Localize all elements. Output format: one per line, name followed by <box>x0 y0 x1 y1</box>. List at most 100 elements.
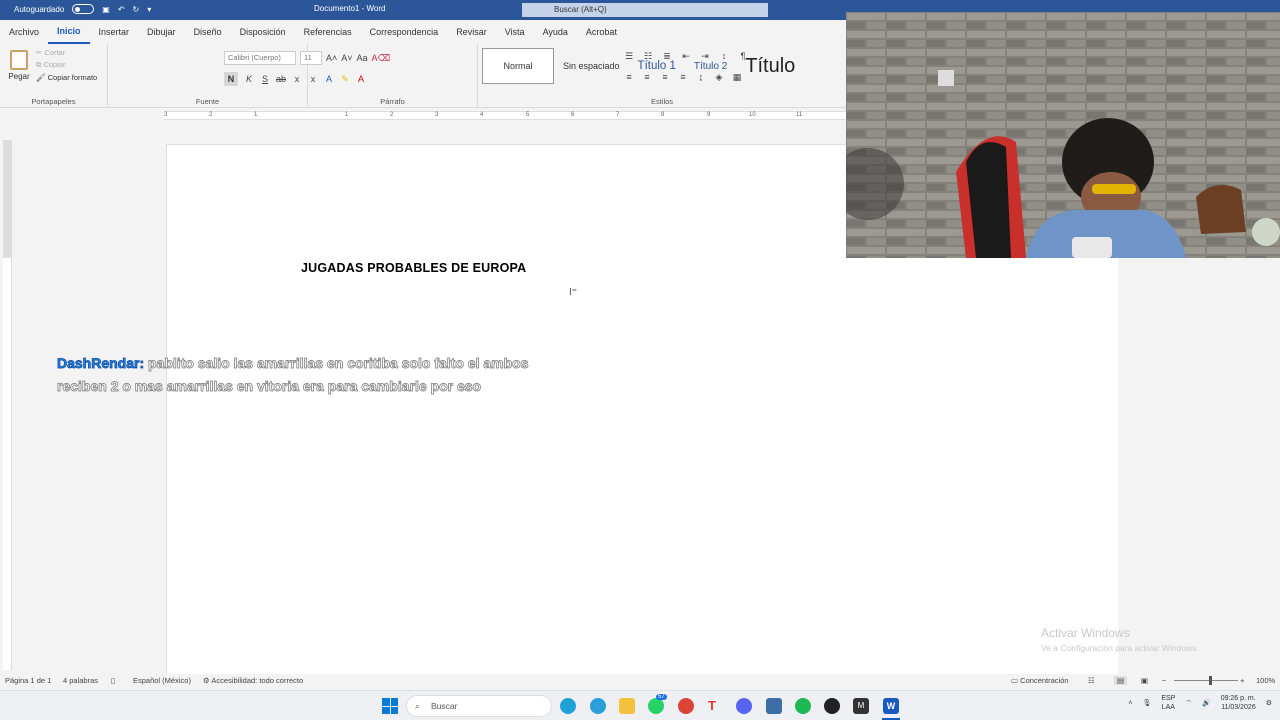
ruler-number: 4 <box>480 112 484 118</box>
ruler-number: 1 <box>345 112 349 118</box>
autosave-toggle[interactable] <box>72 4 95 14</box>
paste-button[interactable]: Pegar <box>6 50 32 81</box>
tab-inicio[interactable]: Inicio <box>48 20 90 44</box>
zoom-level[interactable]: 100% <box>1256 676 1275 685</box>
ruler-strip: 3 2 1 1 2 3 4 5 6 7 8 9 10 11 <box>164 111 846 120</box>
network-icon[interactable]: ⌔ <box>1185 699 1192 708</box>
system-tray: ˄ 🎙 ESP LAA ⌔ 🔊 09:26 p. m. 11/03/2026 ⚙ <box>1128 694 1272 712</box>
ruler-number: 10 <box>749 112 756 118</box>
zoom-slider[interactable] <box>1174 680 1238 681</box>
tab-correspondencia[interactable]: Correspondencia <box>361 20 448 44</box>
accessibility-label: Accesibilidad: todo correcto <box>211 676 304 685</box>
ruler-number: 9 <box>707 112 711 118</box>
tab-revisar[interactable]: Revisar <box>447 20 496 44</box>
accessibility-status[interactable]: ⚙ Accesibilidad: todo correcto <box>203 676 303 685</box>
word-count[interactable]: 4 palabras <box>63 676 98 685</box>
document-heading[interactable]: JUGADAS PROBABLES DE EUROPA <box>301 261 526 275</box>
italic-button[interactable]: K <box>244 74 254 84</box>
style-sin-espaciado[interactable]: Sin espaciado <box>554 48 629 84</box>
word-icon[interactable]: W <box>883 698 899 714</box>
ruler-number: 6 <box>571 112 575 118</box>
zoom-slider-thumb[interactable] <box>1209 676 1212 685</box>
tab-ayuda[interactable]: Ayuda <box>534 20 577 44</box>
tab-disposicion[interactable]: Disposición <box>231 20 295 44</box>
tab-dibujar[interactable]: Dibujar <box>138 20 185 44</box>
microphone-icon[interactable]: 🎙 <box>1142 699 1151 707</box>
tab-insertar[interactable]: Insertar <box>90 20 139 44</box>
telegram-icon[interactable] <box>590 698 606 714</box>
redo-icon[interactable]: ↻ <box>133 5 140 14</box>
webcam-overlay <box>846 12 1280 258</box>
watermark-subtitle: Ve a Configuración para activar Windows. <box>1041 643 1199 653</box>
styles-group: Normal Sin espaciado Título 1 Título 2 T… <box>478 44 846 108</box>
clipboard-icon <box>10 50 28 70</box>
paragraph-group: ☰ ☷ ≣ ⇤ ⇥ ↕ ¶ ≡ ≡ ≡ ≡ ↨ ◈ ▦ Párrafo <box>308 44 745 108</box>
stream-chat-message: DashRendar: pablito salio las amarrillas… <box>57 352 547 398</box>
clock-date: 11/03/2026 <box>1221 704 1256 711</box>
input-language[interactable]: ESP LAA <box>1161 694 1175 712</box>
taskbar-search-input[interactable]: ⌕ Buscar <box>406 695 552 717</box>
style-normal[interactable]: Normal <box>482 48 554 84</box>
start-button-icon[interactable] <box>382 698 398 714</box>
calculator-icon[interactable] <box>766 698 782 714</box>
text-app-icon[interactable]: T <box>704 698 720 714</box>
ruler-number: 3 <box>435 112 439 118</box>
text-cursor-icon: I⁼ <box>569 287 578 298</box>
strikethrough-button[interactable]: ab <box>276 74 286 84</box>
notifications-icon[interactable]: ⚙ <box>1266 699 1272 707</box>
lang-line-2: LAA <box>1161 704 1175 711</box>
app-m-icon[interactable]: M <box>853 698 869 714</box>
tab-referencias[interactable]: Referencias <box>295 20 361 44</box>
format-painter-button[interactable]: 🖌 Copiar formato <box>36 73 97 82</box>
clock[interactable]: 09:26 p. m. 11/03/2026 <box>1221 694 1256 712</box>
chat-username: DashRendar: <box>57 355 145 372</box>
vertical-ruler[interactable] <box>3 140 12 670</box>
underline-button[interactable]: S <box>260 74 270 84</box>
style-titulo-2[interactable]: Título 2 <box>685 48 736 84</box>
tray-overflow-icon[interactable]: ˄ <box>1128 700 1132 707</box>
search-icon: ⌕ <box>415 701 420 711</box>
tab-diseno[interactable]: Diseño <box>185 20 231 44</box>
font-name-select[interactable]: Calibri (Cuerpo) <box>224 51 296 65</box>
watermark-title: Activar Windows <box>1041 626 1130 640</box>
ruler-number: 3 <box>164 112 168 118</box>
read-mode-icon[interactable]: ☷ <box>1088 676 1095 685</box>
title-search-input[interactable]: Buscar (Alt+Q) <box>522 3 768 17</box>
tab-acrobat[interactable]: Acrobat <box>577 20 626 44</box>
style-titulo-1[interactable]: Título 1 <box>629 48 685 84</box>
bold-button[interactable]: N <box>224 72 238 86</box>
style-titulo-1-label: Título 1 <box>637 60 676 72</box>
copy-label: Copiar <box>43 60 66 69</box>
ruler-number: 2 <box>209 112 213 118</box>
autosave-label: Autoguardado <box>14 4 65 14</box>
web-layout-icon[interactable]: ▣ <box>1141 676 1148 685</box>
zoom-in-icon[interactable]: + <box>1240 676 1244 685</box>
discord-icon[interactable] <box>736 698 752 714</box>
file-explorer-icon[interactable] <box>619 698 635 714</box>
page-count[interactable]: Página 1 de 1 <box>5 676 51 685</box>
tab-archivo[interactable]: Archivo <box>0 20 48 44</box>
save-icon[interactable]: ▣ <box>102 5 110 14</box>
chrome-icon[interactable] <box>678 698 694 714</box>
obs-icon[interactable] <box>824 698 840 714</box>
cut-button[interactable]: ✂ Cortar <box>36 48 97 57</box>
print-layout-icon[interactable]: ▤ <box>1114 676 1128 685</box>
tab-vista[interactable]: Vista <box>496 20 534 44</box>
copy-button[interactable]: ⧉ Copiar <box>36 60 97 70</box>
status-bar: Página 1 de 1 4 palabras ▯ Español (Méxi… <box>0 674 1280 688</box>
language-status[interactable]: Español (México) <box>133 676 191 685</box>
spotify-icon[interactable] <box>795 698 811 714</box>
style-titulo[interactable]: Título <box>736 48 804 84</box>
horizontal-ruler[interactable]: 3 2 1 1 2 3 4 5 6 7 8 9 10 11 <box>0 108 846 122</box>
customize-icon[interactable]: ▾ <box>147 5 151 14</box>
font-group: Calibri (Cuerpo) 11 A˄ A˅ Aa A⌫ N K S ab… <box>108 44 390 108</box>
whatsapp-icon[interactable] <box>648 698 664 714</box>
edge-icon[interactable] <box>560 698 576 714</box>
subscript-button[interactable]: x <box>292 74 302 84</box>
proofing-icon[interactable]: ▯ <box>111 676 115 685</box>
undo-icon[interactable]: ↶ <box>118 5 125 14</box>
focus-mode-button[interactable]: ▭ Concentración <box>1011 676 1069 685</box>
zoom-out-icon[interactable]: − <box>1162 676 1166 685</box>
volume-icon[interactable]: 🔊 <box>1202 699 1211 707</box>
focus-mode-label: Concentración <box>1020 676 1069 685</box>
